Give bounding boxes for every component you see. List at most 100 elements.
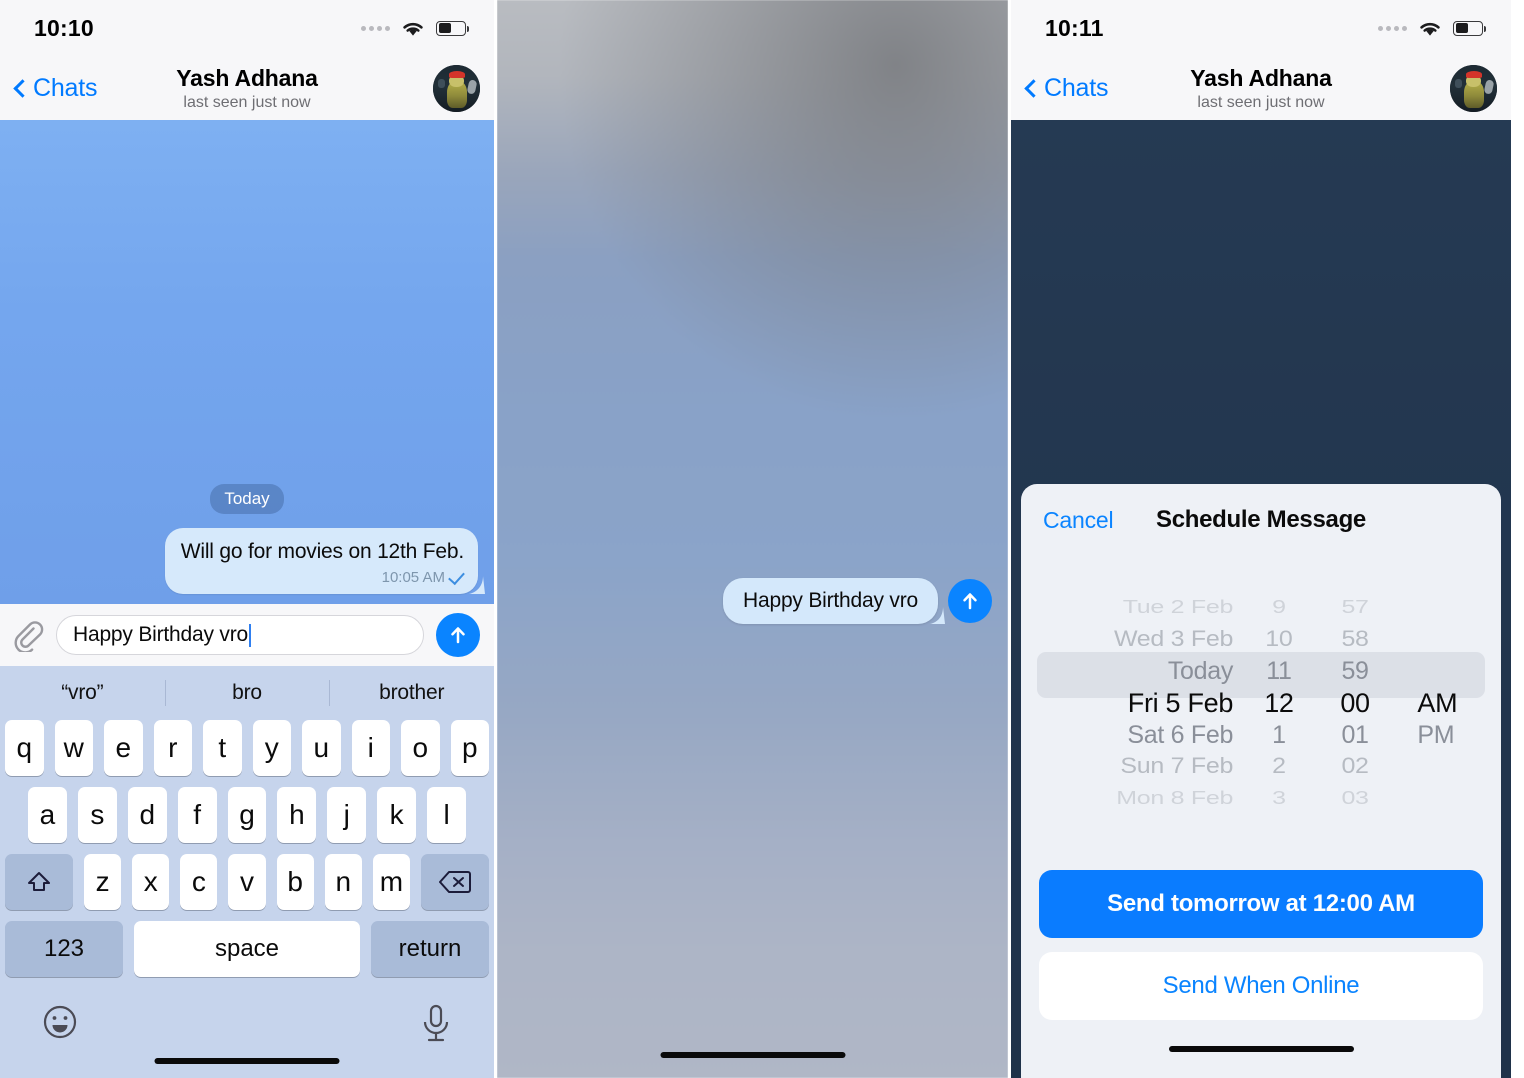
key-n[interactable]: n: [324, 854, 362, 910]
home-indicator-right[interactable]: [1168, 1046, 1354, 1052]
numeric-key[interactable]: 123: [5, 921, 123, 977]
key-y[interactable]: y: [252, 720, 291, 776]
picker-hour-option[interactable]: 3: [1272, 788, 1286, 811]
status-time: 10:10: [34, 14, 94, 41]
key-f[interactable]: f: [177, 787, 217, 843]
picker-ampm-option[interactable]: PM: [1417, 719, 1454, 751]
picker-minute-option[interactable]: 57: [1341, 596, 1369, 619]
picker-date-selected[interactable]: Fri 5 Feb: [1128, 688, 1234, 720]
key-a[interactable]: a: [28, 787, 67, 843]
suggestion-2[interactable]: brother: [329, 681, 494, 705]
key-t[interactable]: t: [203, 720, 242, 776]
home-indicator-left[interactable]: [154, 1058, 340, 1064]
key-o[interactable]: o: [401, 720, 440, 776]
datetime-picker[interactable]: Tue 2 Feb Wed 3 Feb Today Fri 5 Feb Sat …: [1037, 560, 1485, 815]
send-arrow-up-icon: [963, 593, 977, 610]
key-g[interactable]: g: [227, 787, 267, 843]
return-key[interactable]: return: [371, 921, 489, 977]
picker-date-option[interactable]: Sat 6 Feb: [1127, 719, 1233, 751]
send-button[interactable]: [436, 613, 480, 657]
picker-date-option[interactable]: Today: [1168, 656, 1234, 688]
picker-minute-option[interactable]: 03: [1341, 788, 1369, 811]
key-i[interactable]: i: [351, 720, 390, 776]
picker-date-option[interactable]: Sun 7 Feb: [1120, 753, 1233, 781]
keyboard-row-2: a s d f g h j k l: [0, 787, 494, 843]
three-panel-screenshot: 10:10 Chats Yash Adhana last seen just n…: [0, 0, 1524, 1078]
suggestion-bar: “vro” bro brother: [0, 666, 494, 720]
key-e[interactable]: e: [104, 720, 143, 776]
message-input[interactable]: Happy Birthday vro: [56, 615, 424, 655]
outgoing-message-bubble[interactable]: Will go for movies on 12th Feb. 10:05 AM: [164, 528, 478, 594]
key-b[interactable]: b: [276, 854, 314, 910]
shift-key[interactable]: [5, 854, 73, 910]
key-d[interactable]: d: [127, 787, 167, 843]
key-w[interactable]: w: [54, 720, 93, 776]
key-v[interactable]: v: [228, 854, 266, 910]
picker-hour-option[interactable]: 10: [1265, 626, 1293, 654]
picker-minute-option[interactable]: 01: [1341, 719, 1369, 751]
preview-message-bubble[interactable]: Happy Birthday vro: [723, 578, 938, 624]
key-s[interactable]: s: [77, 787, 117, 843]
preview-message-row: Happy Birthday vro: [497, 578, 1008, 624]
microphone-icon[interactable]: [418, 1002, 454, 1044]
back-to-chats-button[interactable]: Chats: [1021, 74, 1109, 103]
smiley-face-icon[interactable]: [40, 1002, 80, 1042]
suggestion-1[interactable]: bro: [165, 681, 330, 705]
avatar[interactable]: [433, 64, 480, 112]
picker-minute-selected[interactable]: 00: [1340, 688, 1370, 720]
virtual-keyboard: “vro” bro brother q w e r t y u i o p a …: [0, 666, 494, 1078]
nav-bar-right: Chats Yash Adhana last seen just now: [1011, 56, 1511, 120]
back-to-chats-button[interactable]: Chats: [10, 74, 98, 103]
picker-date-option[interactable]: Tue 2 Feb: [1123, 596, 1234, 619]
cancel-button[interactable]: Cancel: [1043, 507, 1114, 534]
contact-header[interactable]: Yash Adhana last seen just now: [176, 64, 318, 112]
picker-column-date[interactable]: Tue 2 Feb Wed 3 Feb Today Fri 5 Feb Sat …: [1037, 560, 1243, 815]
status-bar-right: 10:11: [1011, 0, 1511, 56]
suggestion-0[interactable]: “vro”: [0, 681, 165, 705]
picker-minute-option[interactable]: 59: [1341, 656, 1369, 688]
key-c[interactable]: c: [180, 854, 218, 910]
key-z[interactable]: z: [84, 854, 122, 910]
picker-hour-selected[interactable]: 12: [1264, 688, 1294, 720]
sheet-action-buttons: Send tomorrow at 12:00 AM Send When Onli…: [1021, 870, 1501, 1020]
key-m[interactable]: m: [372, 854, 410, 910]
space-key[interactable]: space: [134, 921, 360, 977]
shift-arrow-up-icon: [28, 872, 50, 891]
picker-date-option[interactable]: Mon 8 Feb: [1116, 788, 1233, 811]
picker-hour-option[interactable]: 9: [1272, 596, 1286, 619]
key-u[interactable]: u: [302, 720, 341, 776]
picker-date-option[interactable]: Wed 3 Feb: [1114, 626, 1233, 654]
preview-message-text: Happy Birthday vro: [743, 589, 918, 612]
keyboard-row-4: 123 space return: [0, 921, 494, 977]
key-h[interactable]: h: [277, 787, 317, 843]
picker-column-ampm[interactable]: AM PM: [1395, 560, 1485, 815]
picker-hour-option[interactable]: 11: [1266, 656, 1292, 688]
picker-minute-option[interactable]: 02: [1341, 753, 1369, 781]
paperclip-icon[interactable]: [10, 618, 44, 654]
picker-column-hour[interactable]: 9 10 11 12 1 2 3: [1243, 560, 1315, 815]
send-scheduled-button[interactable]: Send tomorrow at 12:00 AM: [1039, 870, 1483, 938]
key-l[interactable]: l: [427, 787, 467, 843]
picker-column-minute[interactable]: 57 58 59 00 01 02 03: [1315, 560, 1396, 815]
message-row: Will go for movies on 12th Feb. 10:05 AM: [0, 528, 494, 594]
picker-hour-option[interactable]: 1: [1272, 719, 1286, 751]
key-k[interactable]: k: [377, 787, 417, 843]
picker-minute-option[interactable]: 58: [1341, 626, 1369, 654]
backspace-key[interactable]: [420, 854, 489, 910]
key-r[interactable]: r: [153, 720, 192, 776]
key-x[interactable]: x: [132, 854, 170, 910]
key-q[interactable]: q: [5, 720, 44, 776]
message-text: Will go for movies on 12th Feb.: [180, 540, 464, 564]
wifi-icon: [1420, 22, 1440, 36]
picker-ampm-selected[interactable]: AM: [1417, 688, 1457, 720]
home-indicator-middle[interactable]: [660, 1052, 845, 1058]
keyboard-row-1: q w e r t y u i o p: [0, 720, 494, 776]
page-title: Yash Adhana: [176, 64, 318, 91]
picker-hour-option[interactable]: 2: [1272, 753, 1286, 781]
key-j[interactable]: j: [327, 787, 367, 843]
avatar[interactable]: [1450, 64, 1497, 112]
send-when-online-button[interactable]: Send When Online: [1039, 952, 1483, 1020]
contact-header[interactable]: Yash Adhana last seen just now: [1190, 65, 1332, 112]
send-button-preview[interactable]: [948, 579, 992, 623]
key-p[interactable]: p: [450, 720, 489, 776]
